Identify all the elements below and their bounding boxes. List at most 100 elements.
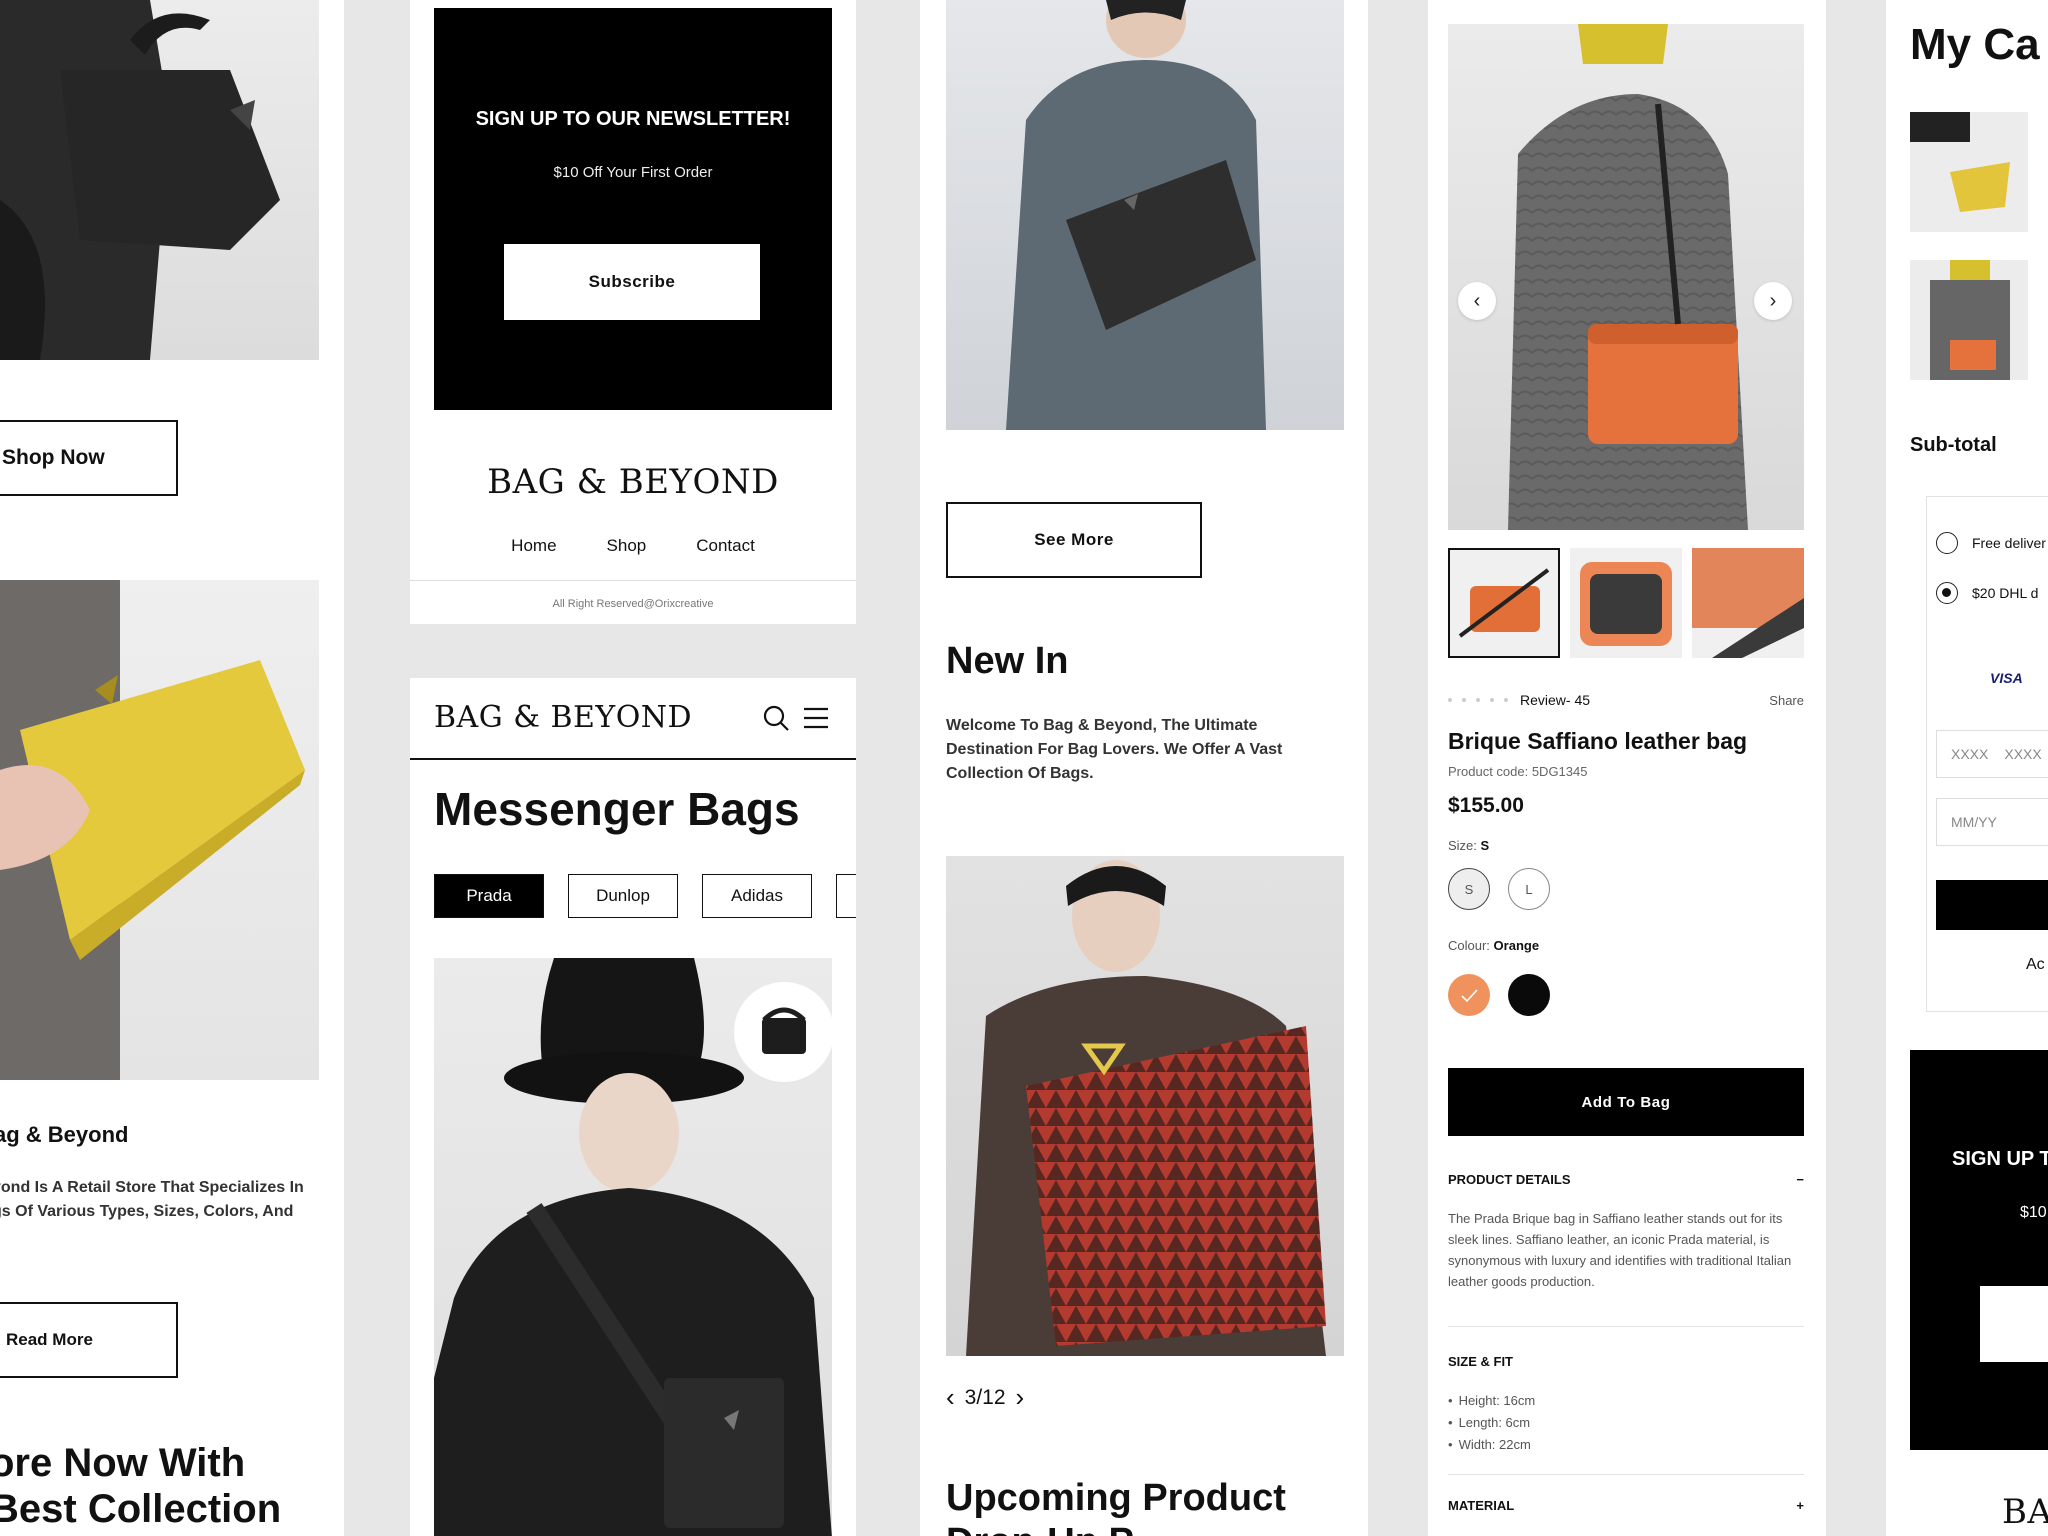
size-selected-value: S xyxy=(1480,838,1490,853)
accordion-material[interactable]: MATERIAL + xyxy=(1448,1498,1804,1513)
subscribe-button[interactable] xyxy=(1980,1286,2048,1362)
size-label: Size: S xyxy=(1448,838,1489,853)
review-count[interactable]: Review- 45 xyxy=(1520,692,1590,708)
product-name: Brique Saffiano leather bag xyxy=(1448,728,1748,754)
newsletter-block: SIGN UP T $10 xyxy=(1910,1050,2048,1450)
expiry-field[interactable]: MM/YY xyxy=(1936,798,2048,846)
product-photo-messenger[interactable] xyxy=(434,958,832,1536)
footer-nav-shop[interactable]: Shop xyxy=(607,536,647,556)
category-screen: BAG & BEYOND Messenger Bags Prada Dunlop… xyxy=(410,678,856,1536)
footer-nav-home[interactable]: Home xyxy=(511,536,556,556)
list-item: Height: 16cm xyxy=(1448,1390,1536,1412)
minus-icon[interactable]: − xyxy=(1796,1172,1804,1187)
plus-icon[interactable]: + xyxy=(1796,1498,1804,1513)
colour-swatch-orange[interactable] xyxy=(1448,974,1490,1016)
hamburger-menu-icon[interactable] xyxy=(802,706,830,730)
product-main-photo[interactable]: ‹ › xyxy=(1448,24,1804,530)
list-item: Length: 6cm xyxy=(1448,1412,1535,1434)
divider xyxy=(410,580,856,581)
radio-on-icon[interactable] xyxy=(1936,582,1958,604)
divider xyxy=(1448,1474,1804,1475)
prev-image-icon[interactable]: ‹ xyxy=(1458,282,1496,320)
radio-off-icon[interactable] xyxy=(1936,532,1958,554)
share-link[interactable]: Share xyxy=(1769,693,1804,708)
thumbnail-2[interactable] xyxy=(1570,548,1682,658)
product-detail-screen: ‹ › Review- 45 Share Brique Saffiano lea… xyxy=(1428,0,1826,1536)
chip-prada[interactable]: Prada xyxy=(434,874,544,918)
copyright-text: All Right Reserved@Orixcreative xyxy=(552,598,714,610)
delivery-option-label: $20 DHL d xyxy=(1972,585,2039,601)
visa-logo-icon: VISA xyxy=(1990,670,2023,686)
product-details-text: The Prada Brique bag in Saffiano leather… xyxy=(1448,1211,1792,1289)
upcoming-title: Upcoming Product Drop-Up P xyxy=(946,1477,1286,1536)
product-price: $155.00 xyxy=(1448,794,1524,817)
read-more-button[interactable]: Read More xyxy=(0,1302,178,1378)
newsletter-title: SIGN UP TO OUR NEWSLETTER! xyxy=(475,108,791,130)
size-fit-list: Height: 16cm Length: 6cm Width: 22cm xyxy=(1448,1390,1536,1456)
subscribe-button[interactable]: Subscribe xyxy=(504,244,760,320)
chip-adidas[interactable]: Adidas xyxy=(702,874,812,918)
subtotal-label: Sub-total xyxy=(1910,434,1997,456)
footer-screen: SIGN UP TO OUR NEWSLETTER! $10 Off Your … xyxy=(410,0,856,624)
add-to-bag-button[interactable]: Add To Bag xyxy=(1448,1068,1804,1136)
card-number-field[interactable]: XXXX XXXX xyxy=(1936,730,2048,778)
product-photo-clutch xyxy=(946,0,1344,430)
page-title: My Ca xyxy=(1910,20,2040,69)
thumbnail-3[interactable] xyxy=(1692,548,1804,658)
new-in-title: New In xyxy=(946,640,1069,682)
delivery-option-free[interactable]: Free deliver xyxy=(1936,532,2046,554)
pager-count: 3/12 xyxy=(964,1385,1006,1409)
about-text: yond Is A Retail Store That Specializes … xyxy=(0,1179,304,1220)
review-row: Review- 45 Share xyxy=(1448,692,1804,708)
search-icon[interactable] xyxy=(762,704,790,732)
expiry-placeholder: MM/YY xyxy=(1951,814,1997,830)
footer-nav-contact[interactable]: Contact xyxy=(696,536,755,556)
thumbnail-1[interactable] xyxy=(1448,548,1560,658)
cart-item-photo-1[interactable] xyxy=(1910,112,2028,232)
colour-selected-value: Orange xyxy=(1493,938,1540,953)
mini-product-badge[interactable] xyxy=(734,982,832,1082)
delivery-option-dhl[interactable]: $20 DHL d xyxy=(1936,582,2038,604)
size-label-text: Size: xyxy=(1448,838,1477,853)
chip-more[interactable] xyxy=(836,874,856,918)
newsletter-subtitle: $10 Off Your First Order xyxy=(553,164,713,181)
explore-title: ore Now With Best Collection xyxy=(0,1441,282,1531)
accordion-title: MATERIAL xyxy=(1448,1498,1515,1513)
product-code: Product code: 5DG1345 xyxy=(1448,764,1588,779)
size-option-l[interactable]: L xyxy=(1508,868,1550,910)
product-photo-yellow-bag xyxy=(0,580,319,1080)
colour-swatch-black[interactable] xyxy=(1508,974,1550,1016)
see-more-button[interactable]: See More xyxy=(946,502,1202,578)
checkout-note: Ac xyxy=(2026,956,2045,973)
divider xyxy=(1448,1326,1804,1327)
product-photo-tote[interactable] xyxy=(946,856,1344,1356)
about-title: ag & Beyond xyxy=(0,1122,129,1147)
home-hero-column: Shop Now ag & Beyond yond Is A Retail St… xyxy=(0,0,344,1536)
cart-item-photo-2[interactable] xyxy=(1910,260,2028,380)
cart-screen: My Ca Sub-total Free deliver $20 DHL d V… xyxy=(1886,0,2048,1536)
next-image-icon[interactable]: › xyxy=(1754,282,1792,320)
chevron-right-icon[interactable]: › xyxy=(1016,1382,1025,1413)
colour-label-text: Colour: xyxy=(1448,938,1490,953)
card-number-part: XXXX xyxy=(2004,746,2042,762)
delivery-option-label: Free deliver xyxy=(1972,535,2046,551)
chip-dunlop[interactable]: Dunlop xyxy=(568,874,678,918)
header-logo[interactable]: BAG & BEYOND xyxy=(434,700,692,735)
check-icon xyxy=(1461,989,1478,1003)
home-newin-column: See More New In Welcome To Bag & Beyond,… xyxy=(920,0,1368,1536)
accordion-title: SIZE & FIT xyxy=(1448,1354,1513,1369)
footer-logo[interactable]: BAG xyxy=(2002,1492,2048,1532)
chevron-left-icon[interactable]: ‹ xyxy=(946,1382,955,1413)
size-option-s[interactable]: S xyxy=(1448,868,1490,910)
top-header: BAG & BEYOND xyxy=(410,678,856,760)
shop-now-button[interactable]: Shop Now xyxy=(0,420,178,496)
accordion-size-fit[interactable]: SIZE & FIT xyxy=(1448,1354,1804,1369)
footer-logo[interactable]: BAG & BEYOND xyxy=(410,462,856,502)
accordion-product-details[interactable]: PRODUCT DETAILS − xyxy=(1448,1172,1804,1187)
colour-label: Colour: Orange xyxy=(1448,938,1539,953)
product-photo-black-bag xyxy=(0,0,319,360)
thumbnail-strip xyxy=(1448,548,1804,658)
pay-button[interactable] xyxy=(1936,880,2048,930)
footer-nav: Home Shop Contact xyxy=(410,536,856,556)
new-in-text: Welcome To Bag & Beyond, The Ultimate De… xyxy=(946,717,1283,782)
